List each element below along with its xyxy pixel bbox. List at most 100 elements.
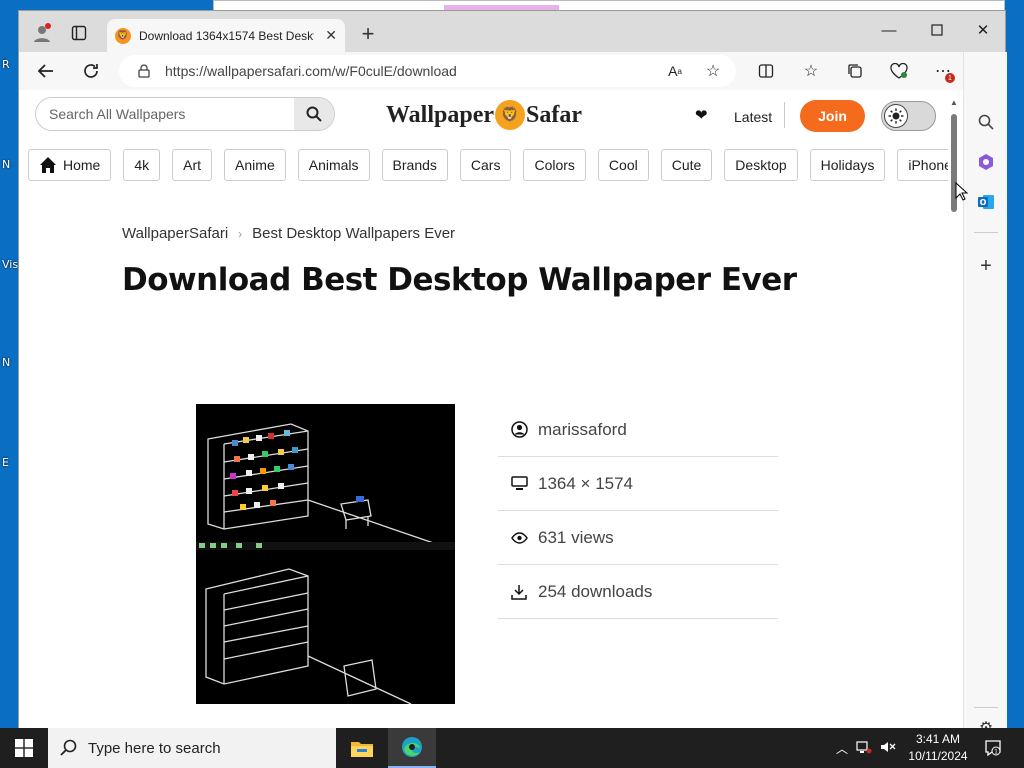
file-explorer-icon[interactable] xyxy=(338,728,386,768)
breadcrumb-home-link[interactable]: WallpaperSafari xyxy=(122,225,228,242)
site-search-input[interactable] xyxy=(36,98,294,130)
category-art[interactable]: Art xyxy=(172,149,213,181)
heart-icon[interactable]: ❤ xyxy=(695,106,708,124)
windows-logo-icon xyxy=(15,739,33,757)
site-search-button[interactable] xyxy=(294,98,334,130)
theme-toggle[interactable] xyxy=(881,101,936,131)
site-search xyxy=(35,97,335,131)
tab-active[interactable]: 🦁 Download 1364x1574 Best Desktop ✕ xyxy=(107,19,345,52)
home-icon xyxy=(40,157,56,173)
taskbar: Type here to search ︿ 3:41 AM 10/11/2024… xyxy=(0,728,1024,768)
desktop-icon-label[interactable]: N xyxy=(2,356,10,369)
breadcrumb: WallpaperSafari › Best Desktop Wallpaper… xyxy=(122,225,455,242)
network-icon[interactable] xyxy=(856,740,872,757)
category-4k[interactable]: 4k xyxy=(123,149,161,181)
eye-icon xyxy=(510,529,528,547)
page-content: Wallpaper 🦁 Safar ❤ Latest Join Home 4k … xyxy=(19,90,963,729)
notification-badge: 1 xyxy=(945,73,955,83)
desktop-icon-label[interactable]: E xyxy=(2,456,9,469)
lock-icon[interactable] xyxy=(137,64,151,78)
show-hidden-icons-chevron-icon[interactable]: ︿ xyxy=(836,740,848,757)
maximize-button[interactable] xyxy=(914,15,960,45)
meta-downloads-row: 254 downloads xyxy=(498,565,778,619)
category-cute[interactable]: Cute xyxy=(660,149,713,181)
desktop-icon-label[interactable]: N xyxy=(2,158,10,171)
search-icon xyxy=(60,739,77,756)
favorite-star-icon[interactable]: ☆ xyxy=(699,57,727,85)
scroll-up-icon[interactable]: ▲ xyxy=(950,98,958,107)
join-button[interactable]: Join xyxy=(800,100,865,132)
category-colors[interactable]: Colors xyxy=(523,149,586,181)
minimize-button[interactable]: — xyxy=(866,15,912,45)
category-holidays[interactable]: Holidays xyxy=(809,149,886,181)
taskbar-search-placeholder: Type here to search xyxy=(88,739,221,757)
clock-date: 10/11/2024 xyxy=(908,749,968,763)
address-bar[interactable]: https://wallpapersafari.com/w/F0culE/dow… xyxy=(119,55,736,87)
search-icon xyxy=(306,106,322,122)
read-aloud-icon[interactable]: Aa xyxy=(661,57,689,85)
sidebar-divider xyxy=(974,232,998,233)
split-screen-icon[interactable] xyxy=(752,57,780,85)
category-anime[interactable]: Anime xyxy=(224,149,286,181)
refresh-icon[interactable] xyxy=(76,56,106,86)
tab-actions-icon[interactable] xyxy=(64,18,94,48)
desktop-icon-label[interactable]: R xyxy=(2,58,10,71)
header-divider xyxy=(784,102,785,128)
browser-toolbar: https://wallpapersafari.com/w/F0culE/dow… xyxy=(19,52,1005,90)
browser-essentials-icon[interactable] xyxy=(885,57,913,85)
favorites-icon[interactable]: ☆ xyxy=(797,57,825,85)
profile-icon[interactable] xyxy=(27,18,57,48)
system-clock[interactable]: 3:41 AM 10/11/2024 xyxy=(900,731,976,765)
sun-icon xyxy=(884,104,908,128)
system-tray: ︿ xyxy=(836,728,896,768)
logo-text-right: Safar xyxy=(526,101,583,128)
wallpaper-meta: marissaford 1364 × 1574 631 views 254 do… xyxy=(498,403,778,619)
tab-close-icon[interactable]: ✕ xyxy=(325,27,337,44)
taskbar-search[interactable]: Type here to search xyxy=(48,728,336,768)
sidebar-search-icon[interactable] xyxy=(972,108,1000,136)
close-window-button[interactable]: ✕ xyxy=(960,15,1006,45)
category-cool[interactable]: Cool xyxy=(597,149,649,181)
breadcrumb-chevron-icon: › xyxy=(238,226,243,241)
start-button[interactable] xyxy=(0,728,48,768)
breadcrumb-category-link[interactable]: Best Desktop Wallpapers Ever xyxy=(252,225,455,242)
category-cars[interactable]: Cars xyxy=(459,149,512,181)
downloads-count: 254 downloads xyxy=(538,581,653,601)
back-icon[interactable] xyxy=(31,56,61,86)
resolution-text: 1364 × 1574 xyxy=(538,473,634,493)
lion-logo-icon: 🦁 xyxy=(495,100,526,130)
svg-text:O: O xyxy=(980,198,987,207)
category-brands[interactable]: Brands xyxy=(381,149,448,181)
new-tab-button[interactable]: + xyxy=(355,22,381,48)
tab-title: Download 1364x1574 Best Desktop xyxy=(139,28,314,43)
svg-text:1: 1 xyxy=(994,749,998,756)
notification-center-icon[interactable]: 1 xyxy=(980,734,1006,762)
volume-muted-icon[interactable] xyxy=(880,740,896,757)
tab-bar: 🦁 Download 1364x1574 Best Desktop ✕ + — … xyxy=(19,11,1005,52)
edge-taskbar-icon[interactable] xyxy=(388,728,436,768)
meta-author-row: marissaford xyxy=(498,403,778,457)
category-home[interactable]: Home xyxy=(28,149,112,181)
desktop-icon-label[interactable]: Vis xyxy=(2,258,18,271)
sidebar-outlook-icon[interactable]: O xyxy=(972,188,1000,216)
category-animals[interactable]: Animals xyxy=(297,149,370,181)
download-icon xyxy=(510,583,528,601)
sidebar-add-icon[interactable]: + xyxy=(972,252,1000,280)
category-iphone[interactable]: iPhone xyxy=(897,149,948,181)
site-logo[interactable]: Wallpaper 🦁 Safar xyxy=(386,100,582,130)
monitor-icon xyxy=(510,475,528,493)
wallpaper-preview-image[interactable] xyxy=(196,404,455,705)
collections-icon[interactable] xyxy=(841,57,869,85)
clock-time: 3:41 AM xyxy=(915,732,961,746)
latest-link[interactable]: Latest xyxy=(734,109,772,125)
url-text[interactable]: https://wallpapersafari.com/w/F0culE/dow… xyxy=(165,63,457,79)
sidebar-copilot-icon[interactable] xyxy=(972,148,1000,176)
views-count: 631 views xyxy=(538,527,614,547)
category-desktop[interactable]: Desktop xyxy=(724,149,798,181)
edge-sidebar: O + ⚙ xyxy=(963,52,1007,737)
settings-more-icon[interactable]: ⋯ 1 xyxy=(929,57,957,85)
category-nav: Home 4k Art Anime Animals Brands Cars Co… xyxy=(28,149,948,182)
author-link[interactable]: marissaford xyxy=(538,420,627,440)
page-title: Download Best Desktop Wallpaper Ever xyxy=(122,262,797,298)
meta-views-row: 631 views xyxy=(498,511,778,565)
